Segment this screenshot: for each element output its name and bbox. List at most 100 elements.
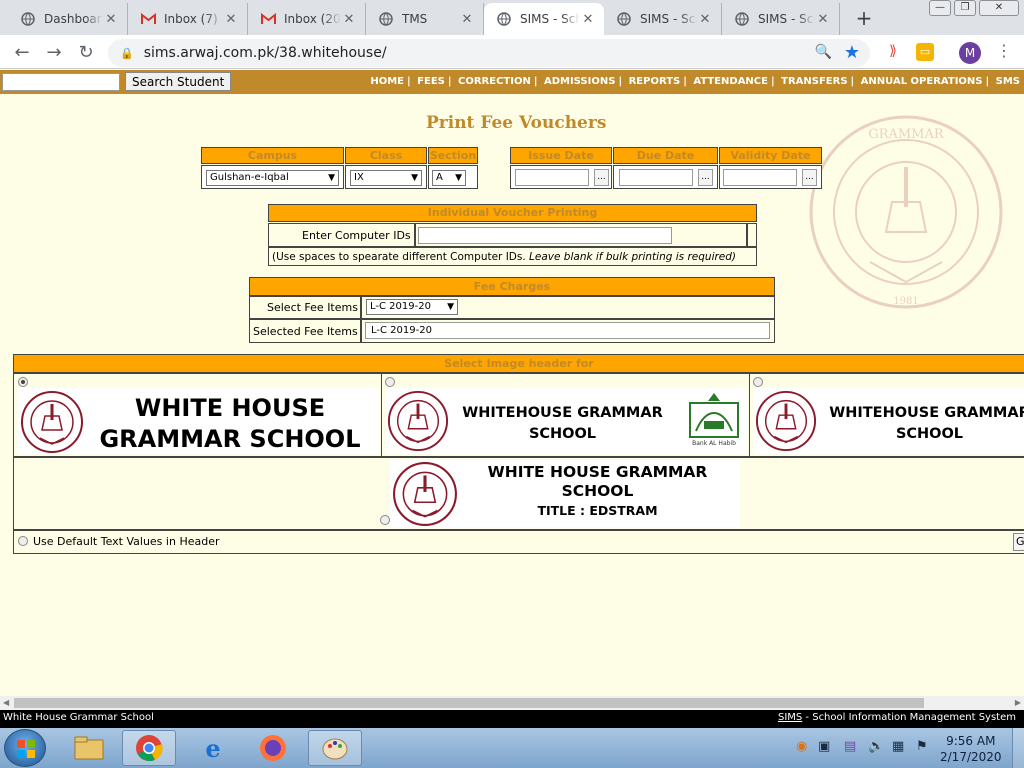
tray-device-icon[interactable]: ▣	[818, 739, 830, 754]
reload-icon[interactable]: ↻	[74, 42, 98, 63]
horizontal-scrollbar[interactable]: ◀ ▶	[0, 696, 1024, 710]
section-select[interactable]: A ▼	[432, 170, 466, 186]
page-title: Print Fee Vouchers	[426, 113, 607, 133]
action-center-flag-icon[interactable]: ⚑	[916, 739, 928, 754]
chevron-down-icon: ▼	[447, 302, 454, 312]
maximize-icon[interactable]: ❐	[954, 0, 976, 16]
lock-icon: 🔒	[120, 46, 134, 60]
firefox-icon[interactable]	[246, 730, 300, 766]
scroll-left-icon[interactable]: ◀	[3, 698, 9, 707]
menu-correction[interactable]: CORRECTION	[458, 76, 531, 87]
tab-label: TMS	[402, 12, 428, 26]
header-option-4-radio[interactable]	[380, 515, 390, 525]
more-menu-icon[interactable]: ⋮	[996, 41, 1012, 60]
title-line-3: TITLE : EDSTRAM	[537, 503, 658, 518]
file-explorer-icon[interactable]	[62, 730, 116, 766]
address-toolbar: ← → ↻ 🔒 sims.arwaj.com.pk/38.whitehouse/…	[0, 35, 1024, 69]
validity-date-picker-button[interactable]: ...	[802, 169, 817, 186]
title-line-2: GRAMMAR SCHOOL	[99, 425, 361, 453]
validity-date-header: Validity Date	[719, 147, 822, 164]
start-button[interactable]	[4, 729, 46, 767]
extension-slides-icon[interactable]: ▭	[916, 43, 934, 61]
issue-date-picker-button[interactable]: ...	[594, 169, 609, 186]
tab-inbox-1[interactable]: Inbox (7) - ✕	[128, 3, 248, 35]
back-arrow-icon[interactable]: ←	[10, 42, 34, 63]
close-icon[interactable]: ✕	[697, 12, 713, 27]
zoom-icon[interactable]: 🔍	[815, 44, 832, 60]
due-date-input[interactable]	[619, 169, 693, 186]
tab-sims-active[interactable]: SIMS - Sch ✕	[484, 3, 604, 35]
volume-icon[interactable]: 🔈	[868, 739, 884, 754]
issue-date-header: Issue Date	[510, 147, 612, 164]
search-student-button[interactable]: Search Student	[125, 72, 232, 91]
header-option-3-radio[interactable]	[753, 377, 763, 387]
new-tab-button[interactable]: +	[852, 6, 876, 30]
generate-button[interactable]: G	[1013, 533, 1024, 551]
avatar[interactable]: M	[959, 42, 981, 64]
menu-admissions[interactable]: ADMISSIONS	[544, 76, 615, 87]
header-option-1-radio[interactable]	[18, 377, 28, 387]
taskbar-clock[interactable]: 9:56 AM 2/17/2020	[940, 733, 1002, 765]
show-desktop-button[interactable]	[1012, 728, 1024, 768]
selected-fee-items-field[interactable]: L-C 2019-20	[365, 322, 770, 339]
url-text: sims.arwaj.com.pk/38.whitehouse/	[143, 45, 387, 61]
close-window-icon[interactable]: ✕	[979, 0, 1019, 16]
header-option-2-radio[interactable]	[385, 377, 395, 387]
hint-italic: Leave blank if bulk printing is required…	[529, 251, 737, 263]
close-icon[interactable]: ✕	[459, 12, 475, 27]
paint-icon[interactable]	[308, 730, 362, 766]
status-left: White House Grammar School	[3, 712, 154, 723]
extension-icon[interactable]: ⟫	[884, 43, 902, 61]
title-line-2: SCHOOL	[561, 482, 634, 500]
close-icon[interactable]: ✕	[815, 12, 831, 27]
due-date-picker-button[interactable]: ...	[698, 169, 713, 186]
bookmark-star-icon[interactable]: ★	[844, 42, 860, 63]
chevron-down-icon: ▼	[455, 173, 462, 183]
menu-attendance[interactable]: ATTENDANCE	[693, 76, 768, 87]
tray-avast-icon[interactable]: ◉	[796, 739, 807, 754]
computer-ids-input[interactable]	[418, 227, 672, 244]
forward-arrow-icon[interactable]: →	[42, 42, 66, 63]
validity-date-input[interactable]	[723, 169, 797, 186]
class-select[interactable]: IX ▼	[350, 170, 422, 186]
menu-transfers[interactable]: TRANSFERS	[781, 76, 847, 87]
issue-date-input[interactable]	[515, 169, 589, 186]
close-icon[interactable]: ✕	[580, 12, 596, 27]
scrollbar-thumb[interactable]	[14, 698, 924, 708]
tab-sims-2[interactable]: SIMS - Sch ✕	[604, 3, 722, 35]
menu-reports[interactable]: REPORTS	[629, 76, 681, 87]
menu-sms[interactable]: SMS	[996, 76, 1020, 87]
menu-fees[interactable]: FEES	[417, 76, 445, 87]
tab-label: Dashboard	[44, 12, 103, 26]
campus-select[interactable]: Gulshan-e-Iqbal ▼	[206, 170, 339, 186]
minimize-icon[interactable]: —	[929, 0, 951, 16]
campus-header: Campus	[201, 147, 344, 164]
title-line-2: SCHOOL	[528, 426, 597, 442]
sims-link[interactable]: SIMS	[778, 712, 802, 723]
fee-items-select[interactable]: L-C 2019-20 ▼	[366, 299, 458, 315]
close-icon[interactable]: ✕	[103, 12, 119, 27]
fee-charges-header: Fee Charges	[249, 277, 775, 296]
tab-label: SIMS - Sch	[640, 12, 697, 26]
tray-onenote-icon[interactable]: ▤	[844, 739, 856, 754]
spacer-cell	[747, 223, 757, 247]
tab-inbox-2[interactable]: Inbox (200 ✕	[248, 3, 366, 35]
internet-explorer-icon[interactable]: e	[186, 730, 240, 766]
close-icon[interactable]: ✕	[341, 12, 357, 27]
chrome-icon[interactable]	[122, 730, 176, 766]
gmail-icon	[140, 11, 156, 27]
due-date-header: Due Date	[613, 147, 718, 164]
header-option-2-title: WHITEHOUSE GRAMMAR SCHOOL	[455, 403, 670, 445]
close-icon[interactable]: ✕	[223, 12, 239, 27]
tab-sims-3[interactable]: SIMS - Sch ✕	[722, 3, 840, 35]
scroll-right-icon[interactable]: ▶	[1015, 698, 1021, 707]
app-top-bar: Search Student HOME | FEES | CORRECTION | A…	[0, 70, 1024, 94]
default-text-radio[interactable]	[18, 536, 28, 546]
student-search-input[interactable]	[2, 73, 120, 91]
menu-home[interactable]: HOME	[370, 76, 404, 87]
url-bar[interactable]: 🔒 sims.arwaj.com.pk/38.whitehouse/ 🔍 ★	[108, 39, 870, 67]
tab-dashboard[interactable]: Dashboard ✕	[8, 3, 128, 35]
tab-tms[interactable]: TMS ✕	[366, 3, 484, 35]
menu-annual-operations[interactable]: ANNUAL OPERATIONS	[861, 76, 983, 87]
network-icon[interactable]: ▦	[892, 739, 904, 754]
